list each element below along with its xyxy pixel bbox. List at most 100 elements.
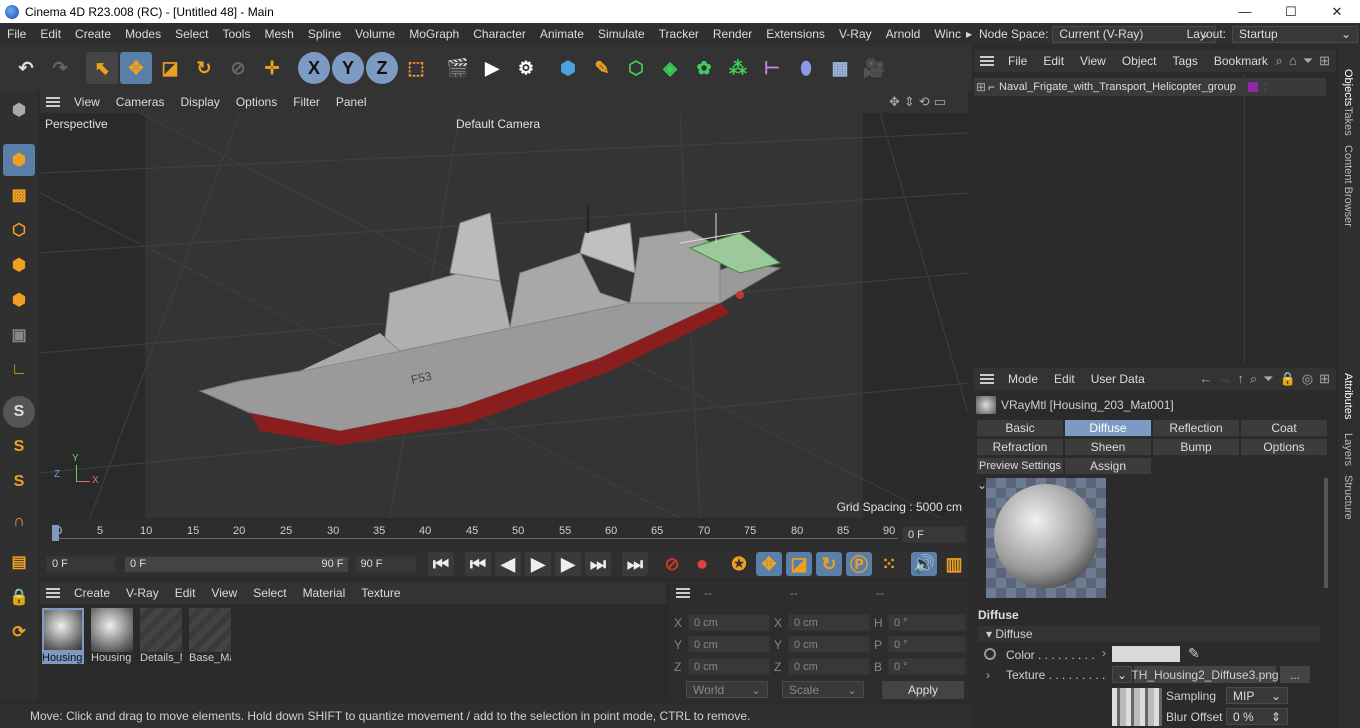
menu-extensions[interactable]: Extensions (759, 27, 832, 41)
menu-file[interactable]: File (0, 27, 33, 41)
play-icon[interactable]: ▶ (525, 552, 551, 576)
menu-animate[interactable]: Animate (533, 27, 591, 41)
mat-menu-edit[interactable]: Edit (167, 586, 204, 600)
material-swatch[interactable]: Housing (42, 608, 86, 668)
next-frame-icon[interactable]: ▶ (555, 552, 581, 576)
mat-menu-material[interactable]: Material (295, 586, 354, 600)
scale-tool-icon[interactable]: ◪ (154, 52, 186, 84)
back-arrow-icon[interactable]: ← (1199, 371, 1212, 387)
cube-object-icon[interactable]: ⬢ (552, 52, 584, 84)
magnet-icon[interactable]: ∩ (3, 506, 35, 538)
tab-refraction[interactable]: Refraction (976, 438, 1064, 456)
viewport-menu-options[interactable]: Options (228, 95, 285, 109)
hamburger-menu-icon[interactable] (46, 588, 60, 598)
pen-spline-icon[interactable]: ✎ (586, 52, 618, 84)
menu-simulate[interactable]: Simulate (591, 27, 652, 41)
search-icon[interactable]: ⌕ (1250, 371, 1257, 387)
rotate-view-icon[interactable]: ⟲ (919, 94, 930, 110)
filter-icon[interactable]: ⏷ (1263, 371, 1273, 387)
uv-mode-icon[interactable]: ▣ (3, 319, 35, 351)
menu-volume[interactable]: Volume (348, 27, 402, 41)
blur-offset-field[interactable]: 0 % ⇕ (1226, 708, 1288, 725)
lock-icon[interactable]: 🔒 (1280, 371, 1296, 387)
mat-menu-texture[interactable]: Texture (353, 586, 408, 600)
maximize-view-icon[interactable]: ▭ (934, 94, 946, 110)
hamburger-menu-icon[interactable] (980, 374, 994, 384)
tab-layers[interactable]: Layers (1342, 433, 1354, 466)
array-icon[interactable]: ⁂ (722, 52, 754, 84)
layer-color-swatch[interactable] (1248, 82, 1258, 92)
model-mode-icon[interactable]: ⬢ (3, 144, 35, 176)
render-picture-viewer-icon[interactable]: ▶ (476, 52, 508, 84)
record-keys-icon[interactable]: ⊘ (659, 552, 685, 576)
scale-key-icon[interactable]: ◪ (786, 552, 812, 576)
edge-mode-icon[interactable]: ⬢ (3, 249, 35, 281)
maximize-button[interactable]: ☐ (1268, 0, 1314, 23)
menu-arnold[interactable]: Arnold (879, 27, 928, 41)
tab-reflection[interactable]: Reflection (1152, 419, 1240, 437)
browse-button[interactable]: ... (1280, 666, 1310, 683)
apply-button[interactable]: Apply (882, 681, 964, 699)
menu-select[interactable]: Select (168, 27, 215, 41)
menu-window[interactable]: Winc (927, 27, 963, 41)
world-select[interactable]: World ⌄ (686, 681, 768, 698)
cloner-icon[interactable]: ✿ (688, 52, 720, 84)
minimize-button[interactable]: — (1222, 0, 1268, 23)
mat-menu-vray[interactable]: V-Ray (118, 586, 167, 600)
menu-vray[interactable]: V-Ray (832, 27, 879, 41)
menu-tools[interactable]: Tools (215, 27, 257, 41)
search-icon[interactable]: ⌕ (1276, 53, 1283, 69)
obj-menu-tags[interactable]: Tags (1165, 54, 1206, 68)
expand-arrow-icon[interactable]: › (1102, 646, 1106, 660)
tab-basic[interactable]: Basic (976, 419, 1064, 437)
tab-structure[interactable]: Structure (1342, 475, 1354, 520)
axis-mode-icon[interactable]: ∟ (3, 354, 35, 386)
render-view-icon[interactable]: 🎬 (442, 52, 474, 84)
undo-icon[interactable]: ↶ (10, 52, 42, 84)
playhead[interactable] (52, 525, 59, 541)
go-to-previous-key-icon[interactable]: ⏮ (465, 552, 491, 576)
tab-assign[interactable]: Assign (1064, 457, 1152, 475)
tab-takes[interactable]: Takes (1342, 107, 1354, 136)
position-x-field[interactable]: 0 cm (688, 614, 770, 631)
viewport-menu-filter[interactable]: Filter (285, 95, 328, 109)
obj-menu-bookmarks[interactable]: Bookmarks (1206, 54, 1268, 68)
diffuse-subsection[interactable]: ▾ Diffuse (978, 626, 1320, 642)
timeline-ruler[interactable]: 0 5 10 15 20 25 30 35 40 45 50 55 60 65 … (40, 520, 968, 550)
keyframe-selection-icon[interactable]: ✪ (726, 552, 752, 576)
attr-menu-edit[interactable]: Edit (1046, 372, 1083, 386)
live-selection-icon[interactable]: ⬉ (86, 52, 118, 84)
scale-select[interactable]: Scale ⌄ (782, 681, 864, 698)
workplane-rotate-icon[interactable]: ⟳ (3, 616, 35, 648)
transform-tool-icon[interactable]: ✛ (256, 52, 288, 84)
obj-menu-view[interactable]: View (1072, 54, 1114, 68)
material-swatch[interactable]: Details_M (140, 608, 184, 668)
menu-mesh[interactable]: Mesh (257, 27, 300, 41)
subdivision-surface-icon[interactable]: ⬡ (620, 52, 652, 84)
tab-preview-settings[interactable]: Preview Settings (976, 457, 1064, 475)
rotation-b-field[interactable]: 0 ° (888, 658, 966, 675)
sound-icon[interactable]: 🔊 (911, 552, 937, 576)
sampling-select[interactable]: MIP ⌄ (1226, 687, 1288, 704)
tab-content-browser[interactable]: Content Browser (1342, 145, 1354, 227)
render-settings-icon[interactable]: ⚙ (510, 52, 542, 84)
close-button[interactable]: ✕ (1314, 0, 1360, 23)
object-row[interactable]: ⊞ ⌐ Naval_Frigate_with_Transport_Helicop… (974, 78, 1326, 96)
color-swatch[interactable] (1112, 646, 1180, 662)
go-to-next-key-icon[interactable]: ⏭ (585, 552, 611, 576)
material-swatch[interactable]: Housing (91, 608, 135, 668)
rotation-h-field[interactable]: 0 ° (888, 614, 966, 631)
menu-more-arrow-icon[interactable]: ▸ (963, 27, 975, 41)
workplane-icon[interactable]: ▤ (3, 546, 35, 578)
z-axis-lock-icon[interactable]: Z (366, 52, 398, 84)
menu-render[interactable]: Render (706, 27, 759, 41)
tab-coat[interactable]: Coat (1240, 419, 1328, 437)
obj-menu-file[interactable]: File (1000, 54, 1035, 68)
viewport-camera-label[interactable]: Default Camera (456, 117, 540, 131)
field-icon[interactable]: ⬮ (790, 52, 822, 84)
parameter-key-icon[interactable]: Ⓟ (846, 552, 872, 576)
menu-edit[interactable]: Edit (33, 27, 68, 41)
camera-icon[interactable]: 🎥 (858, 52, 890, 84)
obj-menu-object[interactable]: Object (1114, 54, 1165, 68)
home-icon[interactable]: ⌂ (1289, 53, 1297, 69)
